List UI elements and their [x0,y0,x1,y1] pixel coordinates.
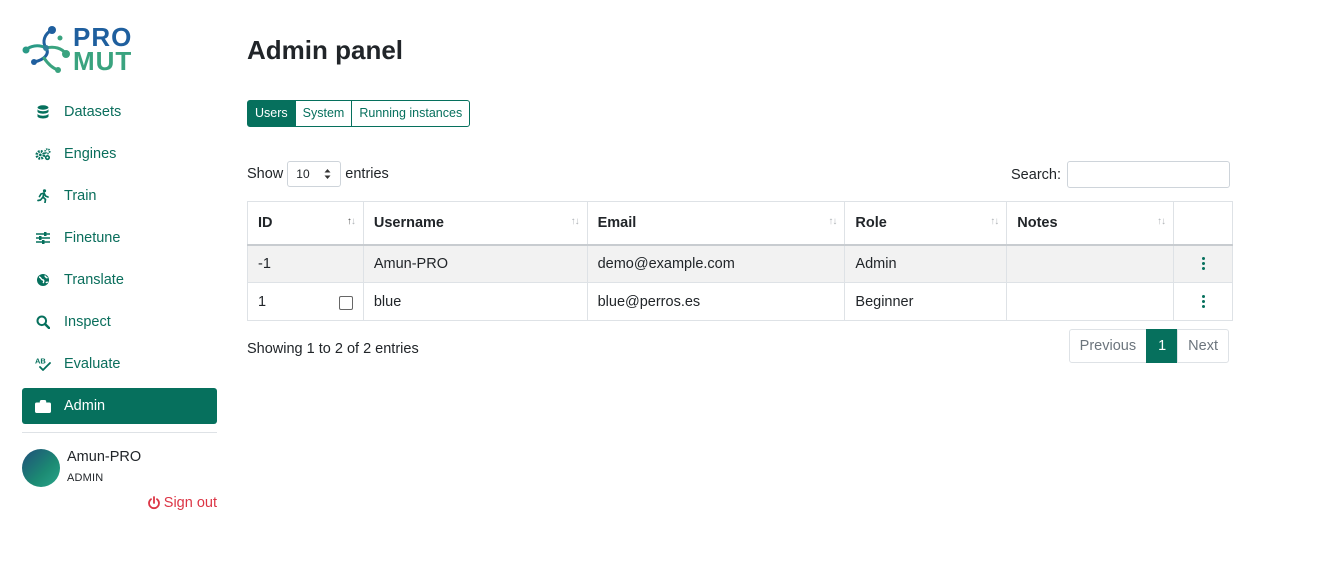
cell-id-value: 1 [258,293,267,310]
sidebar-nav: Datasets Engines Train Finetune Translat… [22,94,217,424]
sidebar-item-inspect[interactable]: Inspect [22,304,217,340]
toolbox-icon [35,398,51,414]
cell-id: 1 [247,282,364,321]
table-row: -1 Amun-PRO demo@example.com Admin [247,244,1233,283]
sidebar-item-label: Engines [64,146,117,162]
gears-icon [35,146,51,162]
column-header-role[interactable]: Role ↑↓ [844,201,1008,246]
tab-system[interactable]: System [294,100,353,127]
cell-username: Amun-PRO [362,244,588,283]
sort-icon: ↑↓ [570,216,580,227]
app-logo[interactable]: PRO MUT [22,24,137,76]
column-header-username[interactable]: Username ↑↓ [362,201,588,246]
cell-notes [1006,244,1175,283]
next-page-button[interactable]: Next [1177,329,1229,363]
cell-role: Beginner [844,282,1008,321]
molecule-logo-icon [22,26,70,73]
column-header-actions [1173,201,1233,246]
sidebar-item-evaluate[interactable]: AB Evaluate [22,346,217,382]
show-label: Show [247,166,284,182]
row-menu-icon[interactable] [1184,257,1222,271]
cell-username: blue [362,282,588,321]
table-info: Showing 1 to 2 of 2 entries [247,341,419,357]
page-title: Admin panel [247,35,404,65]
sidebar-item-label: Inspect [64,314,111,330]
cell-notes [1006,282,1175,321]
row-checkbox[interactable] [338,295,353,310]
logo-text-mut: MUT [73,46,133,76]
database-icon [35,104,51,120]
row-menu-icon[interactable] [1184,295,1222,308]
pagination: Previous 1 Next [1068,329,1229,363]
sidebar-item-train[interactable]: Train [22,178,217,214]
cell-id: -1 [247,244,364,283]
user-profile: Amun-PRO ADMIN [22,449,217,487]
sidebar-item-datasets[interactable]: Datasets [22,94,217,130]
entries-label: entries [345,166,389,182]
column-header-notes[interactable]: Notes ↑↓ [1006,201,1175,246]
user-role: ADMIN [67,472,104,484]
sort-caret-icon [324,169,331,179]
sidebar-item-label: Datasets [64,104,122,120]
admin-tabs: Users System Running instances [247,100,471,127]
sign-out-label: Sign out [163,495,217,511]
table-header-row: ID ↑↓ Username ↑↓ Email ↑↓ Role ↑↓ Notes ↑↓ [247,201,1233,246]
sidebar-item-label: Finetune [64,230,121,246]
search-input[interactable] [1067,161,1230,188]
sidebar-item-label: Evaluate [64,356,121,372]
sliders-icon [35,230,51,246]
tab-users[interactable]: Users [247,100,296,127]
user-name: Amun-PRO [67,449,142,465]
sort-icon: ↑↓ [346,216,356,227]
sidebar-item-translate[interactable]: Translate [22,262,217,298]
table-row: 1 blue blue@perros.es Beginner [247,282,1233,321]
previous-page-button[interactable]: Previous [1068,329,1148,363]
page-button-current[interactable]: 1 [1146,329,1179,363]
cell-role: Admin [844,244,1008,283]
sidebar-item-admin[interactable]: Admin [22,388,217,424]
search-icon [35,314,51,330]
cell-email: blue@perros.es [586,282,846,321]
svg-text:AB: AB [35,357,46,366]
sort-icon: ↑↓ [1157,216,1166,227]
running-icon [35,188,51,204]
sort-icon: ↑↓ [990,216,999,227]
sign-out-link[interactable]: Sign out [22,495,217,511]
sidebar-item-label: Train [64,188,97,204]
cell-actions [1173,282,1233,321]
sort-icon: ↑↓ [828,216,837,227]
column-header-email[interactable]: Email ↑↓ [586,201,846,246]
sidebar-item-label: Admin [64,398,106,414]
column-header-label: Email [597,214,637,231]
table-search: Search: [1011,161,1230,188]
cell-email: demo@example.com [586,244,846,283]
tab-running-instances[interactable]: Running instances [351,100,471,127]
entries-per-page-select[interactable]: 10 [287,161,342,187]
entries-per-page-value: 10 [296,167,310,181]
power-icon [147,496,160,510]
column-header-label: Username [373,214,444,231]
sidebar-item-label: Translate [64,272,124,288]
length-control: Show 10 entries [247,161,389,187]
search-label: Search: [1011,166,1061,183]
column-header-id[interactable]: ID ↑↓ [247,201,364,246]
spellcheck-icon: AB [35,356,51,372]
users-table: ID ↑↓ Username ↑↓ Email ↑↓ Role ↑↓ Notes ↑↓ -… [247,201,1233,321]
cell-actions [1173,244,1233,283]
avatar[interactable] [22,449,60,487]
sidebar: PRO MUT Datasets Engines Train Finetune … [22,24,217,511]
column-header-label: Role [855,214,887,231]
sidebar-item-finetune[interactable]: Finetune [22,220,217,256]
column-header-label: ID [258,214,273,231]
sidebar-item-engines[interactable]: Engines [22,136,217,172]
column-header-label: Notes [1017,214,1058,231]
globe-icon [35,272,51,288]
sidebar-divider [22,432,217,433]
